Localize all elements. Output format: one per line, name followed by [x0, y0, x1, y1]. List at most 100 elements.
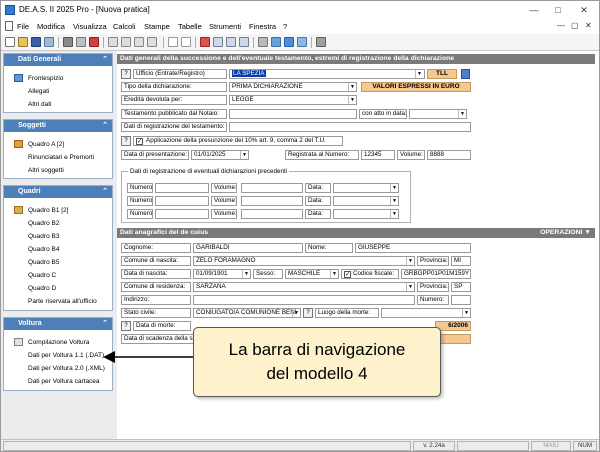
- dropdown-arrow-icon[interactable]: ▼: [240, 151, 248, 159]
- column-icon[interactable]: [316, 37, 326, 47]
- dropdown-arrow-icon[interactable]: ▼: [348, 83, 356, 91]
- print-preview-icon[interactable]: [147, 37, 157, 47]
- comune-nascita-select[interactable]: ZELO FORAMAGNO: [193, 256, 415, 266]
- numero-field-1[interactable]: [155, 183, 209, 193]
- dropdown-arrow-icon[interactable]: ▼: [458, 110, 466, 118]
- codice-fiscale-checkbox[interactable]: ✓: [344, 271, 351, 278]
- open-icon[interactable]: [18, 37, 28, 47]
- menu-visualizza[interactable]: Visualizza: [73, 22, 107, 31]
- export-icon[interactable]: [239, 37, 249, 47]
- sidebar-item-quadro-b4[interactable]: Quadro B4: [28, 246, 59, 253]
- copy-icon[interactable]: [108, 37, 118, 47]
- save-all-icon[interactable]: [44, 37, 54, 47]
- sidebar-item-quadro-a[interactable]: Quadro A [2]: [28, 141, 64, 148]
- volume-field-1[interactable]: [241, 183, 303, 193]
- sidebar-item-rinunciatari[interactable]: Rinunciatari e Premorti: [28, 154, 94, 161]
- cognome-field[interactable]: GARIBALDI: [193, 243, 303, 253]
- lookup-button[interactable]: ?: [121, 69, 131, 79]
- menu-tabelle[interactable]: Tabelle: [178, 22, 202, 31]
- close-icon[interactable]: ✕: [575, 3, 593, 17]
- mdi-close-icon[interactable]: ✕: [585, 21, 592, 30]
- delete-icon[interactable]: [89, 37, 99, 47]
- chevron-up-icon[interactable]: ⌃: [102, 318, 108, 330]
- dropdown-arrow-icon[interactable]: ▼: [406, 283, 414, 291]
- menu-strumenti[interactable]: Strumenti: [209, 22, 241, 31]
- calendar-icon[interactable]: [200, 37, 210, 47]
- sidebar-item-frontespizio[interactable]: Frontespizio: [28, 75, 63, 82]
- dropdown-arrow-icon[interactable]: ▼: [242, 270, 250, 278]
- comune-residenza-select[interactable]: SARZANA: [193, 282, 415, 292]
- print-icon[interactable]: [134, 37, 144, 47]
- dropdown-arrow-icon[interactable]: ▼: [330, 270, 338, 278]
- luogo-morte-select[interactable]: [381, 308, 471, 318]
- sidebar-item-quadro-b5[interactable]: Quadro B5: [28, 259, 59, 266]
- sidebar-item-compilazione-voltura[interactable]: Compilazione Voltura: [28, 339, 89, 346]
- indirizzo-field[interactable]: [193, 295, 415, 305]
- report-icon[interactable]: [226, 37, 236, 47]
- numero-field-3[interactable]: [155, 209, 209, 219]
- dropdown-arrow-icon[interactable]: ▼: [462, 309, 470, 317]
- cut-icon[interactable]: [76, 37, 86, 47]
- sidebar-group-header[interactable]: Dati Generali ⌃: [4, 54, 112, 66]
- menu-modifica[interactable]: Modifica: [37, 22, 65, 31]
- codice-fiscale-field[interactable]: GRBGPP01P01M159Y: [401, 269, 471, 279]
- sidebar-item-quadro-b2[interactable]: Quadro B2: [28, 220, 59, 227]
- notaio-field[interactable]: [229, 109, 357, 119]
- sidebar-item-allegati[interactable]: Allegati: [28, 88, 49, 95]
- sidebar-group-header[interactable]: Soggetti ⌃: [4, 120, 112, 132]
- maximize-icon[interactable]: □: [549, 3, 567, 17]
- dropdown-arrow-icon[interactable]: ▼: [390, 184, 398, 192]
- sidebar-item-quadro-d[interactable]: Quadro D: [28, 285, 56, 292]
- sidebar-item-parte-riservata[interactable]: Parte riservata all'ufficio: [28, 298, 97, 305]
- sidebar-group-header[interactable]: Voltura ⌃: [4, 318, 112, 330]
- provincia-residenza-field[interactable]: SP: [451, 282, 471, 292]
- operazioni-menu[interactable]: OPERAZIONI ▼: [540, 228, 591, 238]
- document-lookup-icon[interactable]: [461, 69, 470, 79]
- sidebar-item-altri-soggetti[interactable]: Altri soggetti: [28, 167, 64, 174]
- mdi-restore-icon[interactable]: ▢: [571, 21, 579, 30]
- menu-help[interactable]: ?: [283, 22, 287, 31]
- numero-field-2[interactable]: [155, 196, 209, 206]
- volume-field[interactable]: 8888: [427, 150, 471, 160]
- numero-civico-field[interactable]: [451, 295, 471, 305]
- dropdown-arrow-icon[interactable]: ▼: [406, 257, 414, 265]
- dropdown-arrow-icon[interactable]: ▼: [348, 96, 356, 104]
- help-presunzione-button[interactable]: ?: [121, 136, 131, 146]
- volume-field-3[interactable]: [241, 209, 303, 219]
- table-icon[interactable]: [213, 37, 223, 47]
- help-stato-civile-button[interactable]: ?: [303, 308, 313, 318]
- minimize-icon[interactable]: —: [525, 3, 543, 17]
- sidebar-item-voltura-dat[interactable]: Dati per Voltura 1.1 (.DAT): [28, 352, 104, 359]
- stato-civile-select[interactable]: CONIUGATO/A COMUNIONE BENI: [193, 308, 301, 318]
- new-icon[interactable]: [5, 37, 15, 47]
- move-down-icon[interactable]: [181, 37, 191, 47]
- menu-finestra[interactable]: Finestra: [249, 22, 276, 31]
- chevron-up-icon[interactable]: ⌃: [102, 186, 108, 198]
- menu-stampe[interactable]: Stampe: [144, 22, 170, 31]
- menu-calcoli[interactable]: Calcoli: [113, 22, 136, 31]
- help-icon[interactable]: [284, 37, 294, 47]
- help-data-morte-button[interactable]: ?: [121, 321, 131, 331]
- registrata-field[interactable]: 12345: [361, 150, 395, 160]
- chevron-up-icon[interactable]: ⌃: [102, 54, 108, 66]
- dropdown-arrow-icon[interactable]: ▼: [415, 70, 423, 78]
- sidebar-item-quadro-b1[interactable]: Quadro B1 [2]: [28, 207, 68, 214]
- sidebar-item-voltura-cartacea[interactable]: Dati per Voltura cartacea: [28, 378, 100, 385]
- sidebar-item-altri-dati[interactable]: Altri dati: [28, 101, 51, 108]
- sidebar-group-header[interactable]: Quadri ⌃: [4, 186, 112, 198]
- dropdown-arrow-icon[interactable]: ▼: [390, 210, 398, 218]
- tipo-select[interactable]: PRIMA DICHIARAZIONE: [229, 82, 357, 92]
- nome-field[interactable]: GIUSEPPE: [355, 243, 471, 253]
- move-up-icon[interactable]: [168, 37, 178, 47]
- binoculars-icon[interactable]: [63, 37, 73, 47]
- presunzione-checkbox[interactable]: ✓: [136, 138, 143, 145]
- registrazione-field[interactable]: [229, 122, 471, 132]
- globe-icon[interactable]: [271, 37, 281, 47]
- volume-field-2[interactable]: [241, 196, 303, 206]
- dropdown-arrow-icon[interactable]: ▼: [390, 197, 398, 205]
- save-icon[interactable]: [31, 37, 41, 47]
- provincia-nascita-field[interactable]: MI: [451, 256, 471, 266]
- sidebar-item-quadro-b3[interactable]: Quadro B3: [28, 233, 59, 240]
- ufficio-select[interactable]: LA SPEZIA: [229, 69, 425, 79]
- paste-icon[interactable]: [121, 37, 131, 47]
